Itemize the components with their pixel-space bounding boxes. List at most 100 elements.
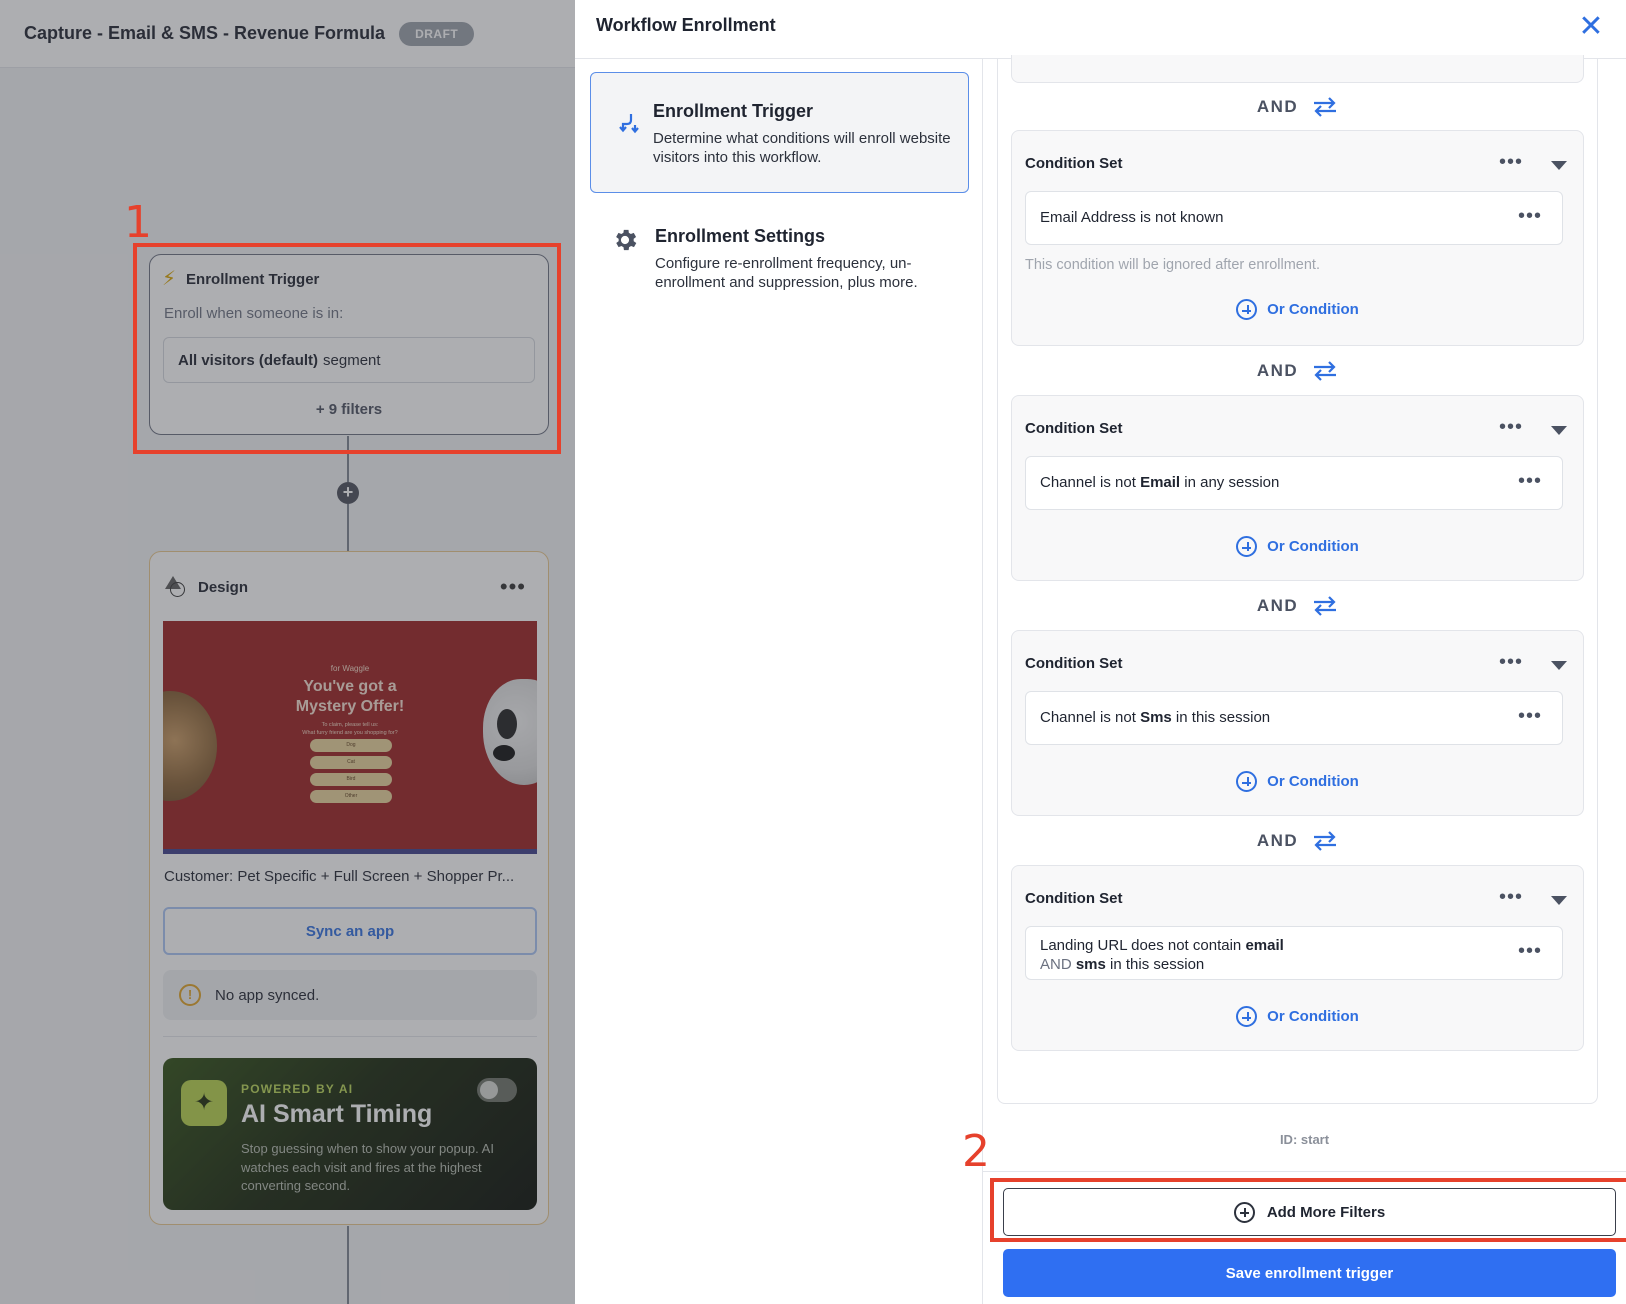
popup-option: Bird <box>310 773 392 786</box>
condition-and-keyword: AND <box>1040 956 1072 973</box>
trigger-card-title: Enrollment Trigger <box>186 270 320 288</box>
more-options-icon[interactable]: ••• <box>1499 651 1523 674</box>
condition-value: email <box>1245 937 1284 954</box>
condition-row[interactable]: Email Address is not known ••• <box>1025 191 1563 245</box>
or-condition-button[interactable]: Or Condition <box>1012 536 1583 557</box>
condition-row[interactable]: Landing URL does not contain email AND s… <box>1025 926 1563 980</box>
segment-name: All visitors (default) <box>178 351 319 369</box>
segment-suffix: segment <box>323 351 381 369</box>
drawer-header: Workflow Enrollment ✕ <box>575 0 1626 59</box>
popup-brand: for Waggle <box>330 664 370 673</box>
nav-settings-description: Configure re-enrollment frequency, un-en… <box>655 255 918 291</box>
nav-enrollment-settings[interactable]: Enrollment Settings Configure re-enrollm… <box>590 209 969 309</box>
or-condition-button[interactable]: Or Condition <box>1012 299 1583 320</box>
segment-box: All visitors (default) segment <box>163 337 535 383</box>
more-options-icon[interactable]: ••• <box>1499 416 1523 439</box>
and-label: AND <box>1256 831 1299 850</box>
condition-set: Condition Set ••• Channel is not Sms in … <box>1011 630 1584 816</box>
and-label: AND <box>1256 97 1299 116</box>
annotation-number-1: 1 <box>124 197 152 248</box>
save-enrollment-trigger-button[interactable]: Save enrollment trigger <box>1003 1249 1616 1297</box>
workflow-canvas: Capture - Email & SMS - Revenue Formula … <box>0 0 575 1304</box>
more-options-icon[interactable]: ••• <box>1518 470 1542 493</box>
condition-row[interactable]: Channel is not Sms in this session ••• <box>1025 691 1563 745</box>
chevron-down-icon[interactable] <box>1551 426 1567 435</box>
condition-text-part: Landing URL does not contain <box>1040 937 1246 954</box>
and-connector: AND <box>1011 356 1584 386</box>
filters-count[interactable]: + 9 filters <box>150 401 548 418</box>
condition-text-part: Email Address is not known <box>1040 209 1224 226</box>
ai-smart-timing-card: ✦ POWERED BY AI AI Smart Timing Stop gue… <box>163 1058 537 1210</box>
swap-icon[interactable] <box>1312 830 1338 852</box>
more-options-icon[interactable]: ••• <box>1499 886 1523 909</box>
plus-circle-icon <box>1236 536 1258 557</box>
chevron-down-icon[interactable] <box>1551 161 1567 170</box>
condition-text: Landing URL does not contain email AND s… <box>1040 936 1284 974</box>
design-card-title: Design <box>198 578 249 596</box>
condition-note: This condition will be ignored after enr… <box>1025 257 1320 273</box>
conditions-scroll-panel[interactable]: AND Condition Set ••• Email Address is n… <box>997 55 1598 1104</box>
condition-set: Condition Set ••• Channel is not Email i… <box>1011 395 1584 581</box>
condition-value: Email <box>1140 474 1181 491</box>
popup-headline: You've got a Mystery Offer! <box>163 677 537 717</box>
condition-text: Email Address is not known <box>1040 209 1223 226</box>
swap-icon[interactable] <box>1312 595 1338 617</box>
condition-set-title: Condition Set <box>1025 155 1123 172</box>
connector-line <box>347 1226 349 1304</box>
add-step-icon[interactable]: + <box>337 482 359 504</box>
or-condition-button[interactable]: Or Condition <box>1012 771 1583 792</box>
popup-option: Dog <box>310 739 392 752</box>
conditions-content: AND Condition Set ••• Email Address is n… <box>983 55 1626 1304</box>
popup-subtext-line: What furry friend are you shopping for? <box>302 730 398 736</box>
no-app-text: No app synced. <box>215 986 320 1004</box>
or-condition-label: Or Condition <box>1267 773 1359 790</box>
condition-set-title: Condition Set <box>1025 655 1123 672</box>
sparkle-icon: ✦ <box>181 1080 227 1126</box>
add-more-filters-label: Add More Filters <box>1266 1203 1386 1221</box>
close-icon[interactable]: ✕ <box>1576 10 1606 44</box>
more-options-icon[interactable]: ••• <box>1518 205 1542 228</box>
condition-text-part: in any session <box>1180 474 1280 491</box>
condition-value: Sms <box>1140 709 1172 726</box>
swap-icon[interactable] <box>1312 360 1338 382</box>
more-options-icon[interactable]: ••• <box>1499 151 1523 174</box>
nav-enrollment-trigger[interactable]: Enrollment Trigger Determine what condit… <box>590 72 969 193</box>
or-condition-label: Or Condition <box>1267 538 1359 555</box>
popup-option: Cat <box>310 756 392 769</box>
swap-icon[interactable] <box>1312 96 1338 118</box>
plus-circle-icon <box>1233 1201 1255 1223</box>
more-options-icon[interactable]: ••• <box>1518 705 1542 728</box>
and-connector: AND <box>1011 92 1584 122</box>
condition-set: Condition Set ••• Email Address is not k… <box>1011 130 1584 346</box>
condition-text-part: Channel is not <box>1040 709 1141 726</box>
popup-subtext-line: To claim, please tell us: <box>321 722 379 728</box>
enrollment-trigger-card[interactable]: ⚡︎ Enrollment Trigger Enroll when someon… <box>149 254 549 435</box>
condition-set-title: Condition Set <box>1025 420 1123 437</box>
nav-trigger-description: Determine what conditions will enroll we… <box>653 130 951 166</box>
connector-line <box>347 436 349 482</box>
ai-smart-timing-toggle[interactable] <box>477 1078 517 1102</box>
more-options-icon[interactable]: ••• <box>500 574 526 600</box>
canvas-topbar: Capture - Email & SMS - Revenue Formula … <box>0 0 575 68</box>
chevron-down-icon[interactable] <box>1551 661 1567 670</box>
popup-preview[interactable]: for Waggle You've got a Mystery Offer! T… <box>163 621 537 854</box>
design-card[interactable]: Design ••• for Waggle You've got a Myste… <box>149 551 549 1225</box>
gear-icon <box>616 229 637 251</box>
shapes-icon <box>164 576 186 598</box>
chevron-down-icon[interactable] <box>1551 896 1567 905</box>
popup-headline-line: Mystery Offer! <box>295 698 405 715</box>
plus-circle-icon <box>1236 771 1258 792</box>
add-more-filters-button[interactable]: Add More Filters <box>1003 1188 1616 1236</box>
more-options-icon[interactable]: ••• <box>1518 940 1542 963</box>
sync-app-button[interactable]: Sync an app <box>163 907 537 955</box>
workflow-title: Capture - Email & SMS - Revenue Formula <box>24 23 386 43</box>
node-id: ID: start <box>1279 1132 1330 1147</box>
plus-circle-icon <box>1236 299 1258 320</box>
or-condition-button[interactable]: Or Condition <box>1012 1006 1583 1027</box>
lightning-bolt-icon: ⚡︎ <box>162 268 177 290</box>
workflow-enrollment-drawer: Workflow Enrollment ✕ Enrollment Trigger… <box>575 0 1626 1304</box>
condition-text-part: in this session <box>1171 709 1271 726</box>
ai-description: Stop guessing when to show your popup. A… <box>241 1141 494 1193</box>
condition-row[interactable]: Channel is not Email in any session ••• <box>1025 456 1563 510</box>
annotation-number-2: 2 <box>962 1126 990 1177</box>
